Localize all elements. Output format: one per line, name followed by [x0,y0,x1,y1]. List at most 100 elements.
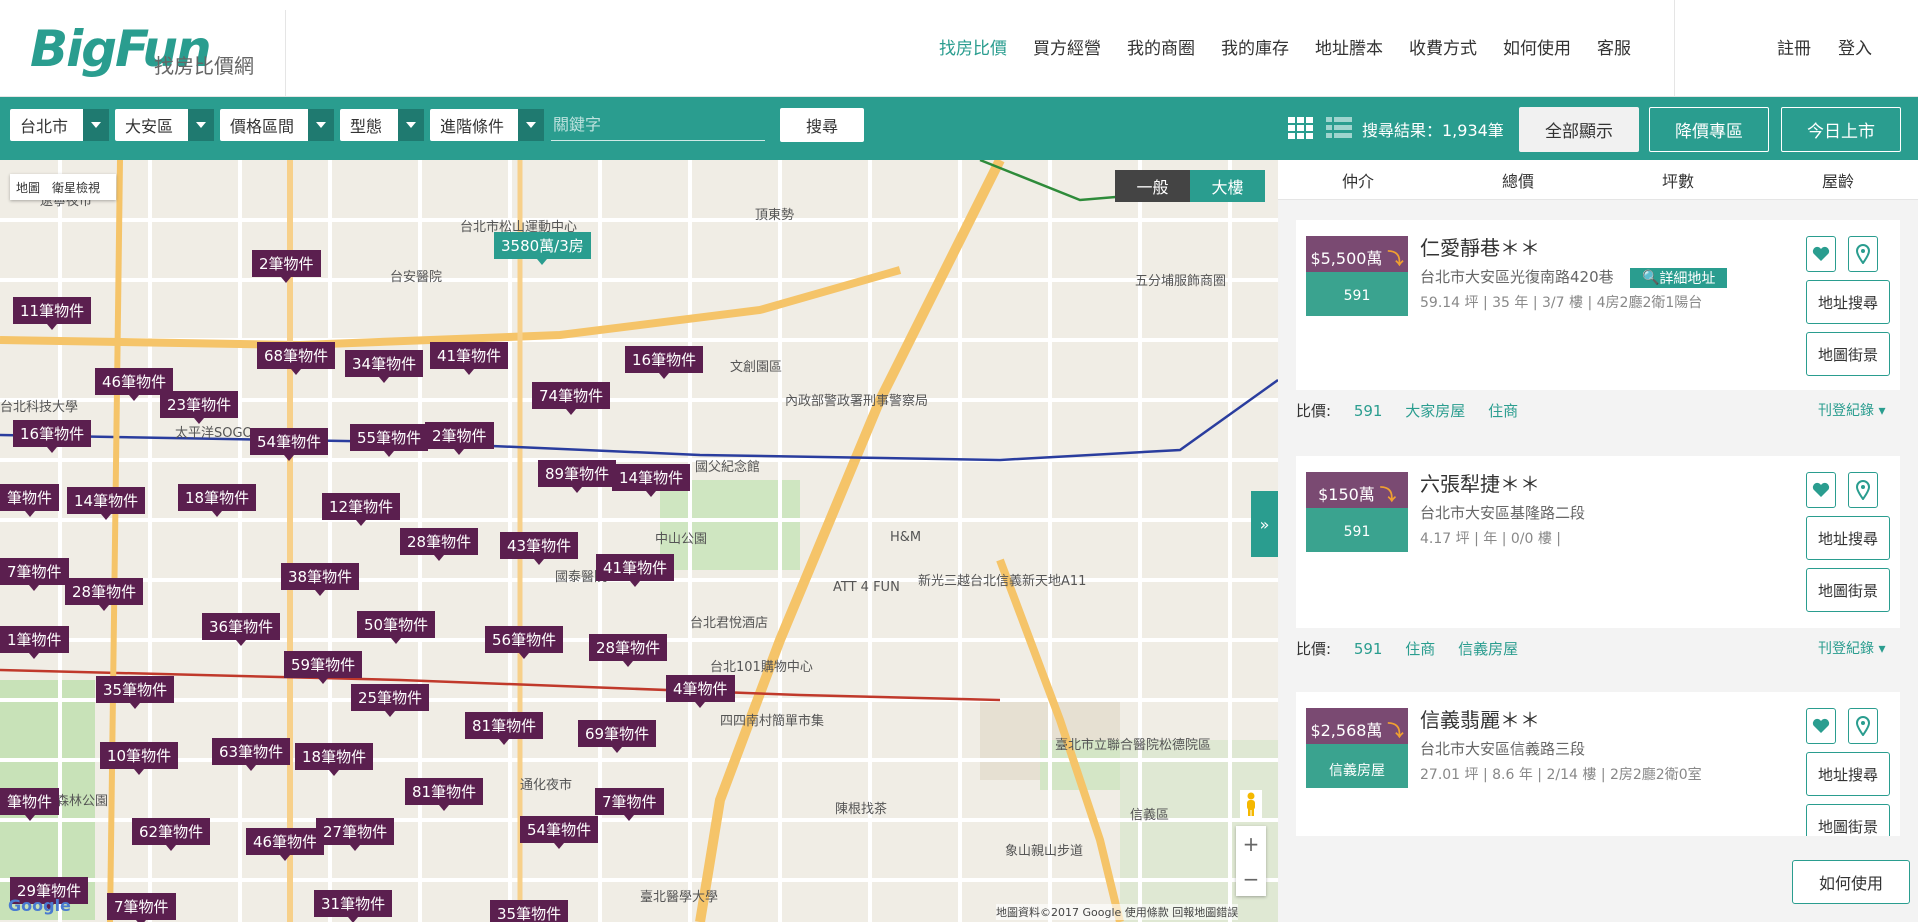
map-credits[interactable]: 地圖資料©2017 Google 使用條款 回報地圖錯誤 [996,904,1239,920]
map-marker[interactable]: 1筆物件 [0,626,69,659]
compare-link[interactable]: 住商 [1405,640,1435,658]
map-marker[interactable]: 18筆物件 [295,743,374,776]
map-marker[interactable]: 27筆物件 [316,818,395,851]
map-marker[interactable]: 7筆物件 [107,893,176,922]
map-marker[interactable]: 2筆物件 [425,422,494,455]
grid-view-icon[interactable] [1288,117,1314,139]
street-view-button[interactable]: 地圖街景 [1806,804,1890,836]
listing-thumbnail[interactable]: $5,500萬 ⤵ 591 [1306,236,1408,316]
zoom-in-button[interactable]: + [1243,832,1260,856]
advanced-select[interactable]: 進階條件 [430,109,544,141]
nav-item-howto[interactable]: 如何使用 [1490,34,1584,59]
listing-card[interactable]: $150萬 ⤵ 591 六張犁捷＊＊ 台北市大安區基隆路二段 4.17 坪 | … [1296,456,1900,628]
nav-item-support[interactable]: 客服 [1584,34,1644,59]
map-marker[interactable]: 35筆物件 [96,676,175,709]
map-marker[interactable]: 50筆物件 [357,611,436,644]
price-select[interactable]: 價格區間 [220,109,334,141]
map-marker[interactable]: 7筆物件 [0,558,69,591]
map-marker[interactable]: 54筆物件 [520,816,599,849]
map-marker[interactable]: 63筆物件 [212,738,291,771]
listing-record-link[interactable]: 刊登紀錄 ▾ [1818,400,1885,420]
map-marker[interactable]: 25筆物件 [351,684,430,717]
map-marker[interactable]: 28筆物件 [589,634,668,667]
map-marker[interactable]: 34筆物件 [345,350,424,383]
map-marker[interactable]: 18筆物件 [178,484,257,517]
city-select[interactable]: 台北市 [10,109,109,141]
col-size[interactable]: 坪數 [1662,168,1694,192]
map-marker[interactable]: 筆物件 [0,484,60,517]
mode-normal-button[interactable]: 一般 [1115,170,1190,202]
favorite-button[interactable] [1806,472,1836,508]
pegman-icon[interactable] [1240,790,1262,818]
address-search-button[interactable]: 地址搜尋 [1806,280,1890,324]
map-type-satellite[interactable]: 衛星檢視 [46,179,106,196]
panel-toggle-button[interactable]: » [1251,491,1278,557]
address-search-button[interactable]: 地址搜尋 [1806,516,1890,560]
map-marker[interactable]: 筆物件 [0,788,60,821]
map-pin-button[interactable] [1848,708,1878,744]
map-marker[interactable]: 55筆物件 [350,424,429,457]
listing-title[interactable]: 六張犁捷＊＊ [1420,468,1540,497]
map-marker[interactable]: 16筆物件 [13,420,92,453]
show-all-button[interactable]: 全部顯示 [1519,107,1639,152]
map-pin-button[interactable] [1848,236,1878,272]
map-marker[interactable]: 35筆物件 [490,900,569,922]
map-marker[interactable]: 7筆物件 [595,788,664,821]
compare-link[interactable]: 信義房屋 [1458,640,1518,658]
favorite-button[interactable] [1806,708,1836,744]
map-marker[interactable]: 23筆物件 [160,391,239,424]
nav-item-my-area[interactable]: 我的商圈 [1114,34,1208,59]
detail-address-button[interactable]: 🔍 詳細地址 [1630,268,1728,288]
logo[interactable]: BigFun 找房比價網 [30,20,280,80]
today-listing-button[interactable]: 今日上市 [1781,107,1901,152]
map-type-map[interactable]: 地圖 [10,179,46,196]
nav-item-pricing[interactable]: 收費方式 [1396,34,1490,59]
map-marker[interactable]: 68筆物件 [257,342,336,375]
nav-item-address-record[interactable]: 地址謄本 [1302,34,1396,59]
map-marker[interactable]: 41筆物件 [430,342,509,375]
map-marker[interactable]: 16筆物件 [625,346,704,379]
mode-building-button[interactable]: 大樓 [1190,170,1265,202]
map-marker[interactable]: 43筆物件 [500,532,579,565]
map-marker[interactable]: 12筆物件 [322,493,401,526]
compare-link[interactable]: 591 [1354,402,1383,420]
compare-link[interactable]: 住商 [1488,402,1518,420]
login-link[interactable]: 登入 [1838,34,1872,59]
col-age[interactable]: 屋齡 [1822,168,1854,192]
map-canvas[interactable]: 遼寧夜市 台北科技大學 太平洋SOGO 頂東勢 國父紀念館 台北君悅酒店 台北1… [0,160,1278,922]
map-marker[interactable]: 81筆物件 [465,712,544,745]
listing-record-link[interactable]: 刊登紀錄 ▾ [1818,638,1885,658]
nav-item-buyer[interactable]: 買方經營 [1020,34,1114,59]
map-marker[interactable]: 81筆物件 [405,778,484,811]
keyword-input[interactable] [551,109,765,141]
map-marker[interactable]: 28筆物件 [65,578,144,611]
address-search-button[interactable]: 地址搜尋 [1806,752,1890,796]
map-marker[interactable]: 36筆物件 [202,613,281,646]
map-marker[interactable]: 14筆物件 [67,487,146,520]
compare-link[interactable]: 591 [1354,640,1383,658]
col-agent[interactable]: 仲介 [1342,168,1374,192]
listing-card[interactable]: $5,500萬 ⤵ 591 仁愛靜巷＊＊ 台北市大安區光復南路420巷 🔍 詳細… [1296,220,1900,390]
favorite-button[interactable] [1806,236,1836,272]
map-marker[interactable]: 54筆物件 [250,428,329,461]
map-marker[interactable]: 10筆物件 [100,742,179,775]
list-view-icon[interactable] [1326,117,1352,139]
map-marker[interactable]: 4筆物件 [666,675,735,708]
map-marker[interactable]: 89筆物件 [538,460,617,493]
compare-link[interactable]: 大家房屋 [1405,402,1465,420]
listing-title[interactable]: 信義翡麗＊＊ [1420,704,1540,733]
map-marker[interactable]: 14筆物件 [612,464,691,497]
map-marker[interactable]: 59筆物件 [284,651,363,684]
map-marker-price[interactable]: 3580萬/3房 [494,232,591,265]
nav-item-my-stock[interactable]: 我的庫存 [1208,34,1302,59]
map-marker[interactable]: 11筆物件 [13,297,92,330]
search-button[interactable]: 搜尋 [780,108,864,142]
price-drop-button[interactable]: 降價專區 [1649,107,1769,152]
zoom-out-button[interactable]: − [1243,867,1260,891]
street-view-button[interactable]: 地圖街景 [1806,332,1890,376]
map-marker[interactable]: 62筆物件 [132,818,211,851]
map-marker[interactable]: 41筆物件 [596,554,675,587]
map-marker[interactable]: 28筆物件 [400,528,479,561]
col-price[interactable]: 總價 [1502,168,1534,192]
map-marker[interactable]: 38筆物件 [281,563,360,596]
